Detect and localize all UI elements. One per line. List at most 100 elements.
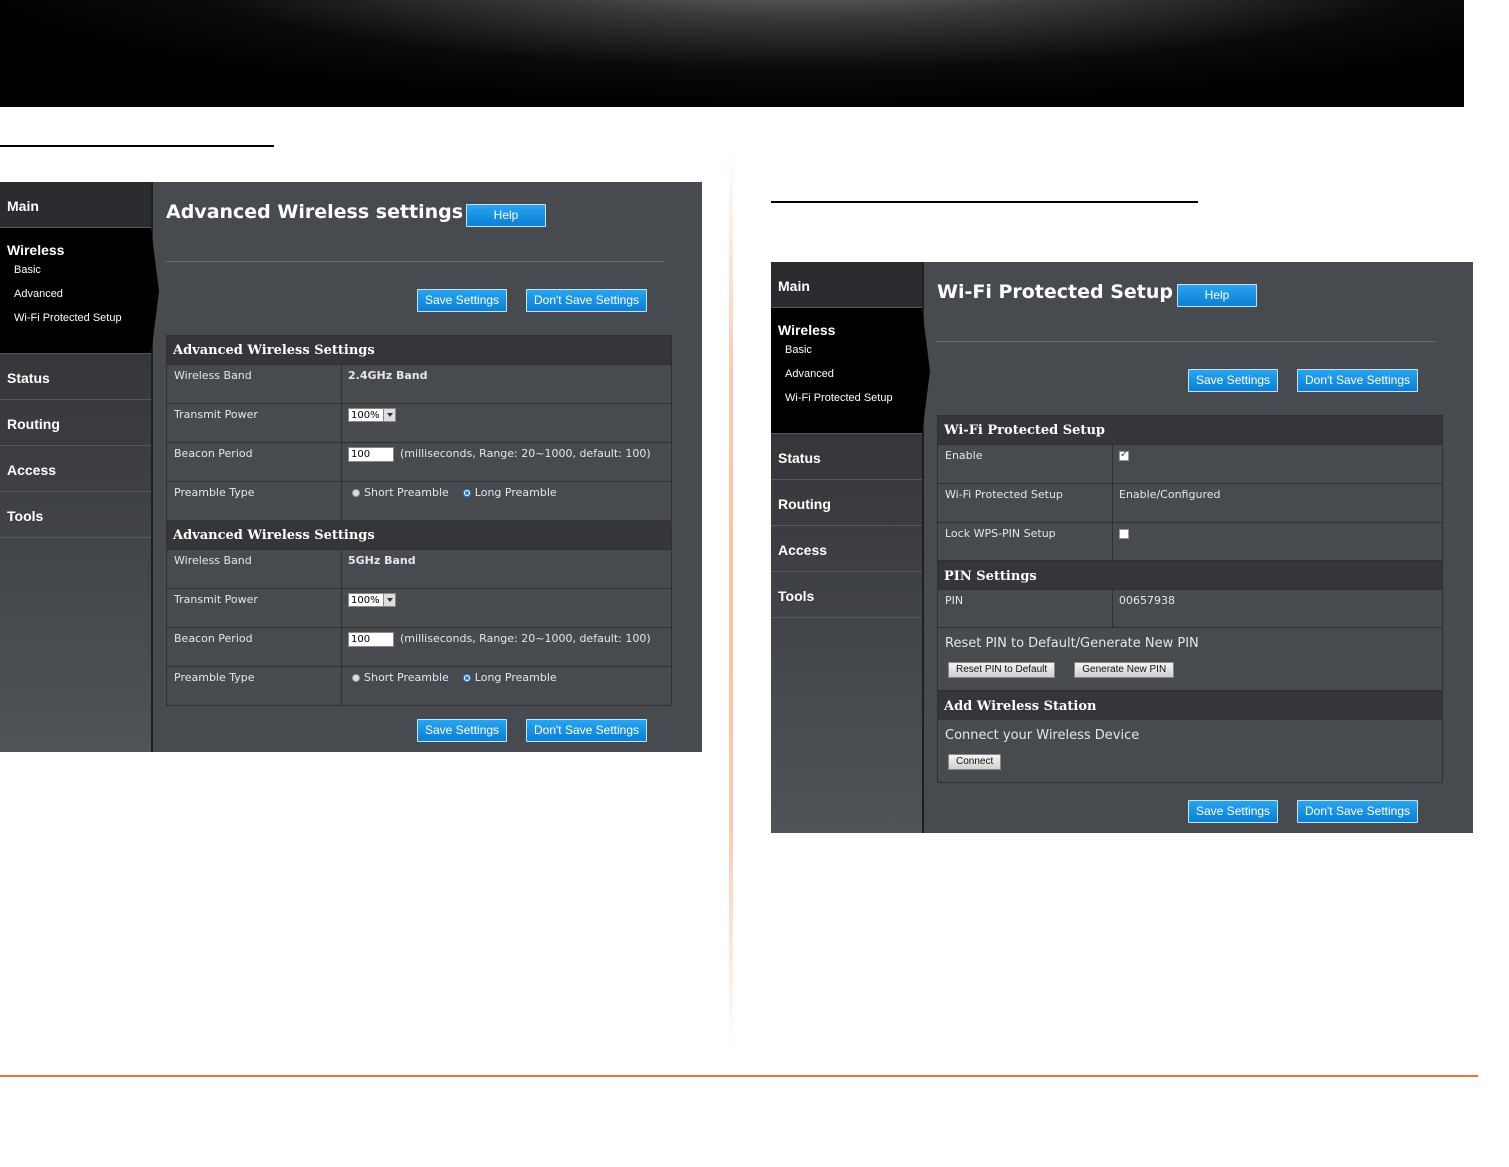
connect-text: Connect your Wireless Device bbox=[945, 728, 1140, 743]
nav-wireless-group: Wireless Basic Advanced Wi-Fi Protected … bbox=[0, 228, 159, 354]
long-preamble-radio[interactable] bbox=[462, 489, 471, 497]
short-preamble-label: Short Preamble bbox=[364, 671, 449, 684]
beacon-period-label: Beacon Period bbox=[167, 628, 342, 666]
table-row: Beacon Period 100 (milliseconds, Range: 2… bbox=[167, 443, 671, 482]
pin-section-header: PIN Settings bbox=[938, 561, 1442, 590]
table-row: Preamble Type Short Preamble Long Preambl… bbox=[167, 482, 671, 520]
table-row: Preamble Type Short Preamble Long Preambl… bbox=[167, 667, 671, 705]
footer-line bbox=[0, 1075, 1478, 1077]
save-settings-button-top[interactable]: Save Settings bbox=[417, 289, 508, 312]
nav-tools[interactable]: Tools bbox=[0, 492, 151, 538]
wireless-band-value: 5GHz Band bbox=[348, 554, 416, 567]
transmit-power-label: Transmit Power bbox=[167, 589, 342, 627]
long-preamble-label: Long Preamble bbox=[474, 486, 557, 499]
main-content: Advanced Wireless settings Help Save Set… bbox=[155, 182, 702, 752]
wps-table: Wi-Fi Protected Setup Enable Wi-Fi Prote… bbox=[937, 415, 1443, 783]
preamble-type-label: Preamble Type bbox=[167, 667, 342, 705]
connect-button[interactable]: Connect bbox=[948, 754, 1002, 770]
table-row: Wireless Band 2.4GHz Band bbox=[167, 365, 671, 404]
table-row: Beacon Period 100 (milliseconds, Range: 2… bbox=[167, 628, 671, 667]
nav-wireless-group: Wireless Basic Advanced Wi-Fi Protected … bbox=[771, 308, 930, 434]
lock-wps-pin-label: Lock WPS-PIN Setup bbox=[938, 523, 1113, 560]
lock-wps-pin-checkbox[interactable] bbox=[1119, 529, 1129, 539]
short-preamble-label: Short Preamble bbox=[364, 486, 449, 499]
help-button[interactable]: Help bbox=[1177, 284, 1257, 307]
nav-basic[interactable]: Basic bbox=[0, 258, 151, 282]
reset-pin-block: Reset PIN to Default/Generate New PIN Re… bbox=[938, 628, 1442, 691]
short-preamble-radio[interactable] bbox=[352, 489, 360, 497]
nav-access[interactable]: Access bbox=[771, 526, 922, 572]
table-row: Lock WPS-PIN Setup bbox=[938, 523, 1442, 561]
section-header: Advanced Wireless Settings bbox=[167, 521, 671, 550]
transmit-power-select[interactable]: 100% bbox=[348, 593, 396, 607]
chevron-down-icon bbox=[382, 594, 395, 606]
column-divider bbox=[729, 150, 733, 1050]
connect-block: Connect your Wireless Device Connect bbox=[938, 720, 1442, 782]
table-row: Transmit Power 100% bbox=[167, 404, 671, 443]
nav-wireless[interactable]: Wireless bbox=[771, 308, 922, 338]
chevron-down-icon bbox=[382, 409, 395, 421]
preamble-type-label: Preamble Type bbox=[167, 482, 342, 520]
dont-save-settings-button-bottom[interactable]: Don't Save Settings bbox=[1297, 800, 1419, 823]
page-title: Advanced Wireless settings bbox=[166, 201, 464, 223]
settings-table-24ghz: Advanced Wireless Settings Wireless Band… bbox=[166, 335, 672, 521]
wps-panel: Main Wireless Basic Advanced Wi-Fi Prote… bbox=[771, 262, 1473, 833]
page-title: Wi-Fi Protected Setup bbox=[937, 281, 1174, 303]
dont-save-settings-button-top[interactable]: Don't Save Settings bbox=[1297, 369, 1419, 392]
table-row: Transmit Power 100% bbox=[167, 589, 671, 628]
title-separator bbox=[165, 261, 665, 262]
wps-status-value: Enable/Configured bbox=[1119, 488, 1221, 501]
wireless-band-label: Wireless Band bbox=[167, 365, 342, 403]
sidebar: Main Wireless Basic Advanced Wi-Fi Prote… bbox=[0, 182, 159, 752]
transmit-power-select[interactable]: 100% bbox=[348, 408, 396, 422]
beacon-period-input[interactable]: 100 bbox=[348, 632, 394, 647]
nav-wps[interactable]: Wi-Fi Protected Setup bbox=[771, 386, 922, 410]
nav-tools[interactable]: Tools bbox=[771, 572, 922, 618]
generate-pin-button[interactable]: Generate New PIN bbox=[1074, 662, 1175, 678]
transmit-power-label: Transmit Power bbox=[167, 404, 342, 442]
enable-label: Enable bbox=[938, 445, 1113, 483]
section-header: Advanced Wireless Settings bbox=[167, 336, 671, 365]
beacon-period-hint: (milliseconds, Range: 20~1000, default: … bbox=[400, 447, 651, 460]
nav-status[interactable]: Status bbox=[0, 354, 151, 400]
pin-value: 00657938 bbox=[1119, 594, 1175, 607]
right-heading-rule bbox=[771, 201, 1198, 203]
wireless-band-label: Wireless Band bbox=[167, 550, 342, 588]
station-section-header: Add Wireless Station bbox=[938, 691, 1442, 720]
short-preamble-radio[interactable] bbox=[352, 674, 360, 682]
nav-access[interactable]: Access bbox=[0, 446, 151, 492]
header-banner bbox=[0, 0, 1464, 107]
nav-advanced[interactable]: Advanced bbox=[0, 282, 151, 306]
main-content: Wi-Fi Protected Setup Help Save Settings… bbox=[926, 262, 1473, 833]
dont-save-settings-button-top[interactable]: Don't Save Settings bbox=[526, 289, 648, 312]
long-preamble-radio[interactable] bbox=[462, 674, 471, 682]
table-row: Wireless Band 5GHz Band bbox=[167, 550, 671, 589]
title-separator bbox=[936, 341, 1436, 342]
save-settings-button-bottom[interactable]: Save Settings bbox=[1188, 800, 1279, 823]
save-settings-button-top[interactable]: Save Settings bbox=[1188, 369, 1279, 392]
table-row: PIN 00657938 bbox=[938, 590, 1442, 628]
nav-status[interactable]: Status bbox=[771, 434, 922, 480]
nav-routing[interactable]: Routing bbox=[771, 480, 922, 526]
nav-wireless[interactable]: Wireless bbox=[0, 228, 151, 258]
enable-checkbox[interactable] bbox=[1119, 449, 1129, 461]
save-settings-button-bottom[interactable]: Save Settings bbox=[417, 719, 508, 742]
sidebar: Main Wireless Basic Advanced Wi-Fi Prote… bbox=[771, 262, 930, 833]
pin-label: PIN bbox=[938, 590, 1113, 627]
nav-main[interactable]: Main bbox=[771, 262, 922, 308]
table-row: Enable bbox=[938, 445, 1442, 484]
nav-basic[interactable]: Basic bbox=[771, 338, 922, 362]
left-heading-rule bbox=[0, 145, 274, 147]
wireless-band-value: 2.4GHz Band bbox=[348, 369, 428, 382]
nav-routing[interactable]: Routing bbox=[0, 400, 151, 446]
dont-save-settings-button-bottom[interactable]: Don't Save Settings bbox=[526, 719, 648, 742]
beacon-period-input[interactable]: 100 bbox=[348, 447, 394, 462]
nav-main[interactable]: Main bbox=[0, 182, 151, 228]
long-preamble-label: Long Preamble bbox=[474, 671, 557, 684]
help-button[interactable]: Help bbox=[466, 204, 546, 227]
nav-advanced[interactable]: Advanced bbox=[771, 362, 922, 386]
nav-wps[interactable]: Wi-Fi Protected Setup bbox=[0, 306, 151, 330]
advanced-wireless-panel: Main Wireless Basic Advanced Wi-Fi Prote… bbox=[0, 182, 702, 752]
reset-pin-text: Reset PIN to Default/Generate New PIN bbox=[945, 636, 1199, 651]
reset-pin-button[interactable]: Reset PIN to Default bbox=[948, 662, 1056, 678]
